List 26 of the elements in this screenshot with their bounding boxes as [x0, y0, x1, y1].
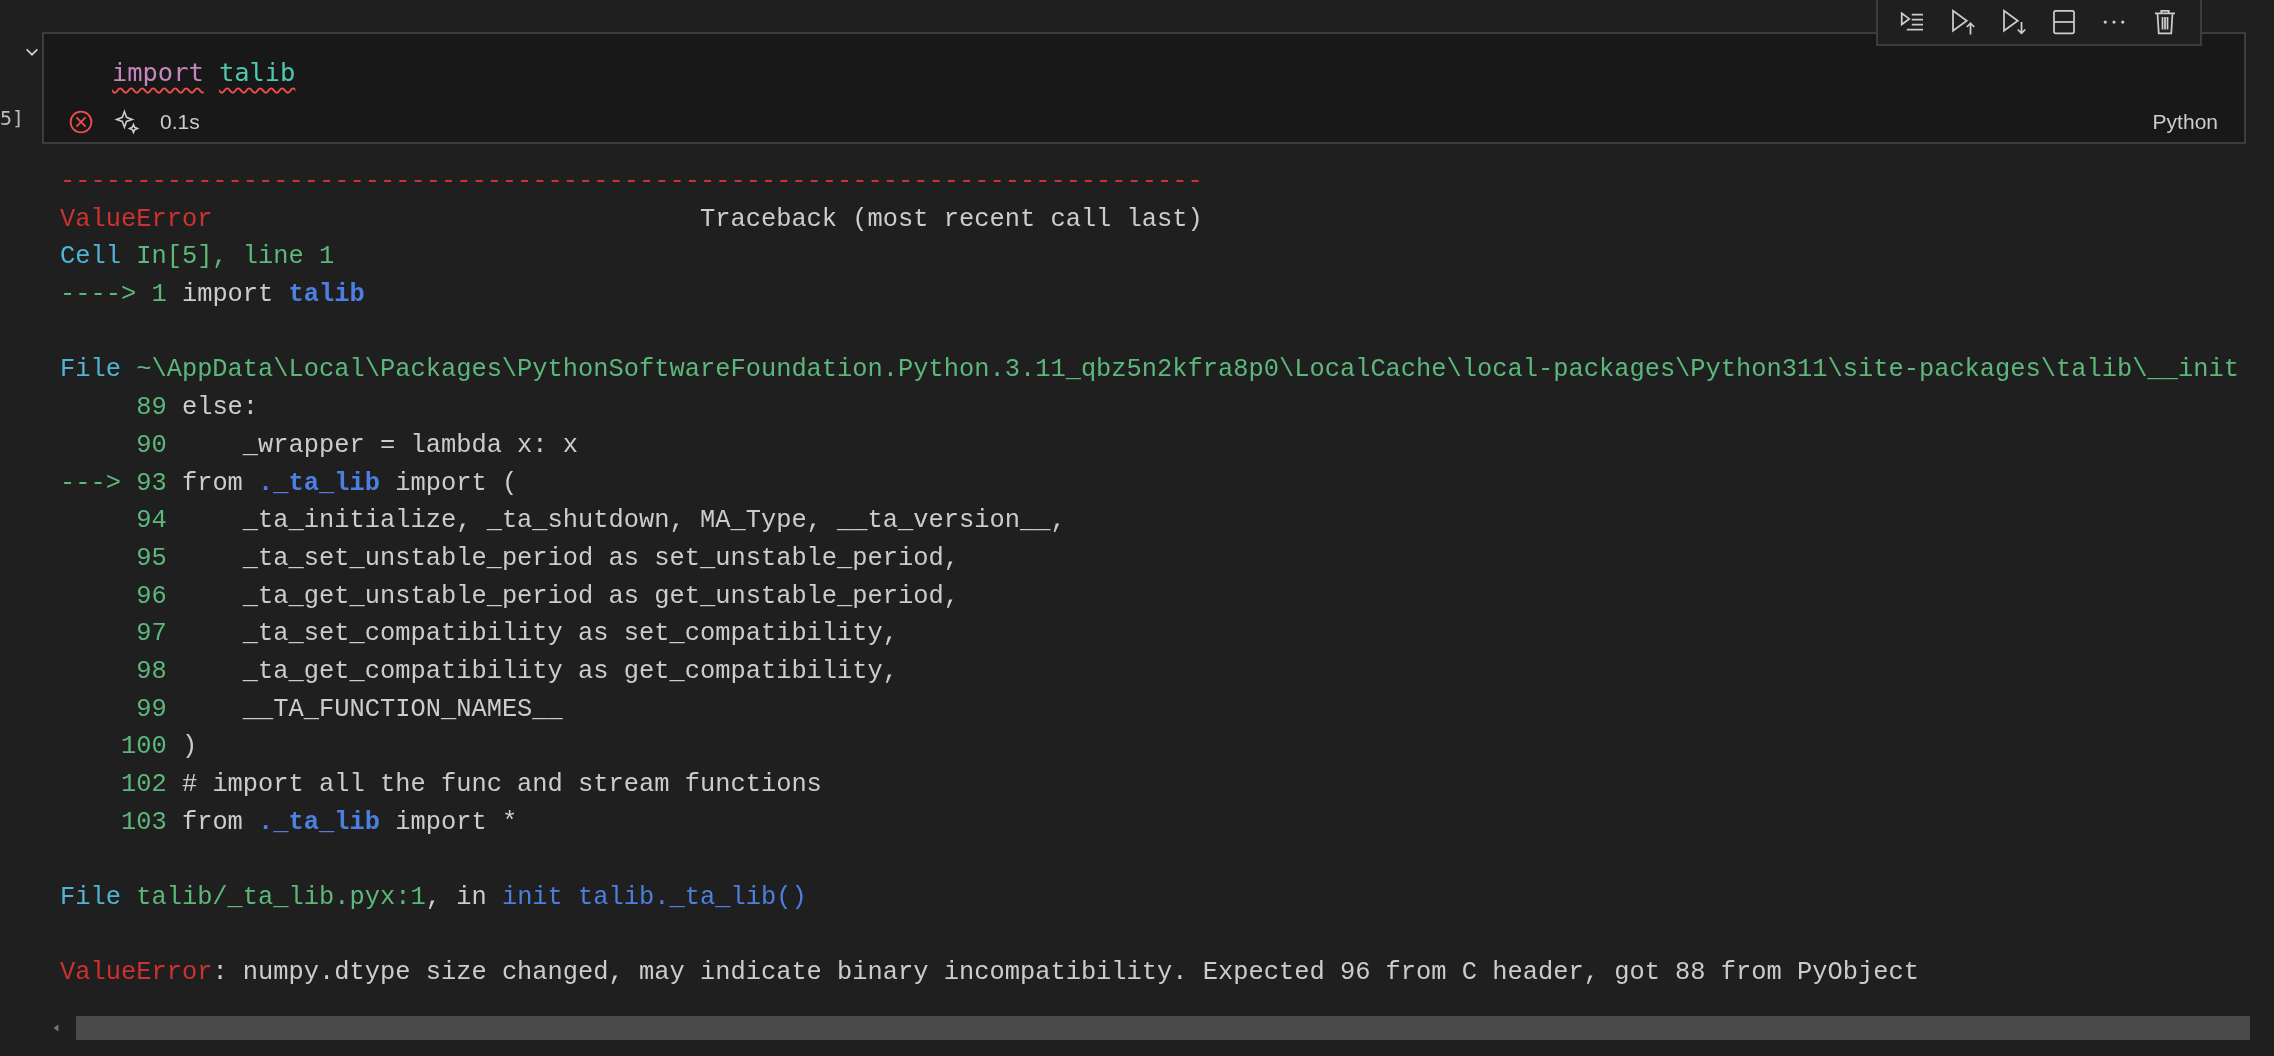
traceback-line: 102 # import all the func and stream functions: [119, 769, 823, 801]
traceback-line: ---------------------------------------------------------------------------: [60, 166, 1204, 198]
traceback-line: File ~\AppData\Local\Packages\PythonSoftwareFoundation.Python.3.11_qbz5n2kfra8p0\LocalCache\local-packages\Python311\site-packages\talib\__init: [60, 354, 2240, 387]
traceback-line: 99 __TA_FUNCTION_NAMES__: [135, 693, 564, 726]
traceback-line: File talib/_ta_lib.pyx:1, in init talib._ta_lib(): [60, 882, 808, 915]
scrollbar-thumb[interactable]: [76, 1016, 2250, 1040]
traceback-line: 90 _wrapper = lambda x: x: [135, 429, 580, 462]
traceback-line: 98 _ta_get_compatibility as get_compatibility,: [135, 655, 900, 688]
code-cell[interactable]: import talib 0.1s Python: [42, 32, 2246, 144]
traceback-line: ValueError: numpy.dtype size changed, may indicate binary incompatibility. Expected 96 from C header, got 88 from PyObject: [60, 957, 1920, 990]
traceback-line: Cell In[5], line 1: [60, 241, 336, 274]
language-label[interactable]: Python: [2152, 110, 2218, 135]
code-line[interactable]: import talib: [112, 57, 296, 88]
traceback-line: 95 _ta_set_unstable_period as set_unstable_period,: [135, 542, 960, 575]
traceback-line: ----> 1 import talib: [60, 279, 366, 312]
traceback-line: ValueError Traceback (most recent call last): [60, 203, 1204, 236]
execution-count: 5]: [0, 106, 25, 130]
execution-time: 0.1s: [160, 110, 200, 135]
traceback-line: 94 _ta_initialize, _ta_shutdown, MA_Type, __ta_version__,: [135, 505, 1067, 538]
traceback-line: 89 else:: [135, 392, 260, 425]
sparkle-icon[interactable]: [114, 109, 140, 136]
traceback-line: 100 ): [119, 731, 199, 764]
traceback-line: ---> 93 from ._ta_lib import (: [60, 467, 519, 500]
traceback-line: 103 from ._ta_lib import *: [119, 806, 519, 839]
traceback-line: 96 _ta_get_unstable_period as get_unstable_period,: [135, 580, 960, 613]
traceback-line: 97 _ta_set_compatibility as set_compatibility,: [135, 618, 900, 651]
